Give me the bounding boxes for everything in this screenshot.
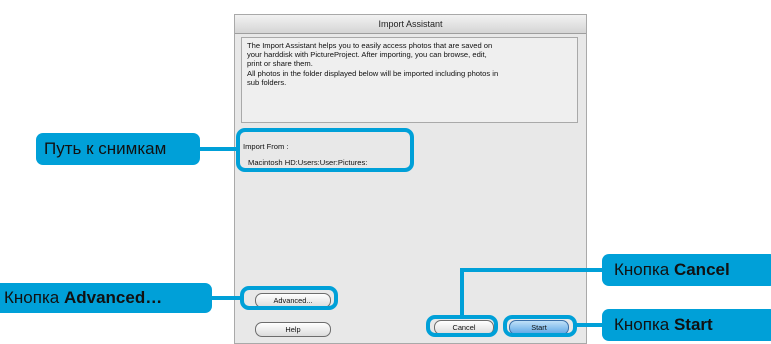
description-line: sub folders. [247,77,287,87]
start-callout-bold: Start [673,315,713,334]
cancel-highlight [426,315,498,337]
description-line: All photos in the folder displayed below… [247,68,499,78]
cancel-callout-bold: Cancel [673,260,730,279]
advanced-callout-prefix: Кнопка [4,288,64,307]
description-line: The Import Assistant helps you to easily… [247,41,493,50]
start-callout-prefix: Кнопка [614,315,674,334]
path-connector [199,147,238,151]
help-button[interactable]: Help [255,322,331,337]
path-highlight [236,128,414,172]
advanced-callout: Кнопка Advanced… [0,283,212,313]
cancel-callout-prefix: Кнопка [614,260,674,279]
path-callout-text: Путь к снимкам [44,139,167,158]
cancel-connector-vertical [460,268,464,317]
description-box: The Import Assistant helps you to easily… [241,37,578,123]
path-callout: Путь к снимкам [36,133,200,165]
description-line: your harddisk with PictureProject. After… [247,50,487,60]
advanced-callout-bold: Advanced… [63,288,163,307]
description-line: print or share them. [247,59,313,69]
start-connector [573,323,602,327]
advanced-connector [211,296,242,300]
cancel-callout: Кнопка Cancel [602,254,771,286]
start-callout: Кнопка Start [602,309,771,341]
advanced-highlight [240,286,338,310]
cancel-connector-horizontal [462,268,602,272]
window-title: Import Assistant [235,15,586,34]
start-highlight [503,315,577,337]
